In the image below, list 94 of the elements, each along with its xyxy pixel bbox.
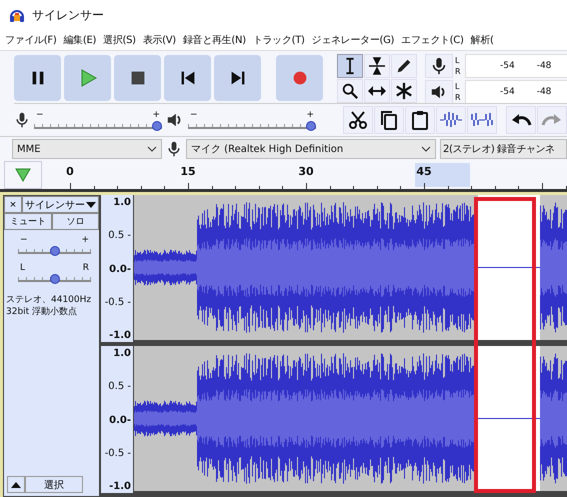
- amplitude-label: 0.5 -: [108, 230, 131, 242]
- paste-button[interactable]: [405, 106, 435, 134]
- collapse-button[interactable]: [7, 476, 25, 493]
- menu-item[interactable]: 解析(: [470, 33, 494, 47]
- pencil-tool-button[interactable]: [391, 54, 417, 78]
- track-info-text: ステレオ、44100Hz: [6, 294, 92, 306]
- menu-item[interactable]: トラック(T): [252, 33, 305, 47]
- time-label: 30: [298, 165, 314, 178]
- gain-slider[interactable]: [18, 246, 91, 256]
- envelope-icon: [367, 56, 387, 76]
- menu-item[interactable]: ジェネレーター(G): [312, 33, 394, 47]
- channel-label: R: [455, 66, 462, 77]
- amplitude-label: -1.0: [109, 481, 131, 492]
- amplitude-label: 1.0: [113, 348, 131, 359]
- minus-label: −: [190, 110, 198, 120]
- microphone-icon: [14, 110, 30, 130]
- amplitude-label: -0.5 -: [104, 448, 131, 459]
- skip-to-start-button[interactable]: [164, 55, 211, 101]
- select-track-button[interactable]: 選択: [25, 476, 83, 493]
- copy-icon: [379, 110, 399, 130]
- meter-tick-label: -48: [536, 87, 552, 97]
- plus-label: +: [306, 110, 314, 120]
- clipboard-icon: [410, 110, 430, 130]
- menu-item[interactable]: エフェクト(C): [401, 33, 464, 47]
- meter-tick-label: -54: [500, 87, 515, 97]
- menu-item[interactable]: 表示(V): [142, 33, 176, 47]
- multi-tool-button[interactable]: [391, 79, 417, 103]
- envelope-tool-button[interactable]: [364, 54, 390, 78]
- up-triangle-icon: [11, 482, 21, 488]
- volume-slider[interactable]: [188, 120, 316, 130]
- undo-button[interactable]: [506, 106, 536, 134]
- pencil-icon: [395, 57, 413, 75]
- chevron-down-icon: [147, 146, 157, 152]
- menu-item[interactable]: 選択(S): [103, 33, 136, 47]
- magnifier-icon: [341, 82, 359, 100]
- skip-to-end-icon: [230, 70, 246, 86]
- copy-button[interactable]: [374, 106, 404, 134]
- amplitude-label: 0.0-: [109, 414, 131, 426]
- time-label: 0: [66, 165, 74, 178]
- track-info-text: 32bit 浮動小数点: [6, 306, 78, 318]
- host-dropdown[interactable]: MME: [12, 139, 162, 159]
- scissors-icon: [348, 110, 368, 130]
- channels-dropdown[interactable]: 2(ステレオ) 録音チャンネ: [440, 139, 567, 159]
- microphone-meter-button[interactable]: [425, 54, 453, 78]
- amplitude-label: -1.0: [109, 330, 131, 341]
- window-title: サイレンサー: [32, 6, 104, 24]
- zoom-tool-button[interactable]: [337, 79, 363, 103]
- ibeam-tool-button[interactable]: [337, 54, 363, 78]
- skip-to-start-icon: [180, 70, 196, 86]
- amplitude-label: 1.0: [113, 197, 131, 208]
- menu-item[interactable]: ファイル(F): [5, 33, 56, 47]
- dropdown-arrow-icon: [86, 202, 96, 208]
- microphone-icon: [166, 139, 182, 159]
- trim-button[interactable]: [436, 106, 466, 134]
- meter-tick-label: -48: [536, 61, 552, 71]
- skip-to-end-button[interactable]: [214, 55, 261, 101]
- amplitude-label: -0.5 -: [104, 296, 131, 308]
- time-label: 15: [180, 165, 196, 178]
- meter-tick-label: -54: [500, 61, 515, 71]
- track-name-menu[interactable]: サイレンサー: [22, 196, 99, 213]
- channel-label: L: [455, 81, 460, 92]
- record-icon: [292, 70, 308, 86]
- record-button[interactable]: [276, 55, 323, 101]
- close-track-button[interactable]: ×: [4, 196, 22, 213]
- channel-label: L: [455, 55, 460, 66]
- solo-button[interactable]: ソロ: [52, 213, 99, 230]
- speaker-meter-button[interactable]: [425, 80, 453, 104]
- time-label: 45: [416, 165, 432, 178]
- channel-label: R: [455, 92, 462, 103]
- menu-item[interactable]: 編集(E): [63, 33, 96, 47]
- plus-label: +: [81, 235, 89, 245]
- amplitude-label: 0.5 -: [108, 381, 131, 392]
- mute-button[interactable]: ミュート: [4, 213, 52, 230]
- play-head-icon[interactable]: [15, 168, 31, 182]
- timeshift-tool-button[interactable]: [364, 79, 390, 103]
- pause-button[interactable]: [14, 55, 61, 101]
- minus-label: −: [36, 110, 44, 120]
- chevron-down-icon: [421, 146, 431, 152]
- menu-item[interactable]: 録音と再生(N): [182, 33, 246, 47]
- input-device-dropdown[interactable]: マイク (Realtek High Definition: [186, 139, 436, 159]
- silence-button[interactable]: [467, 106, 497, 134]
- amplitude-label: 0.0-: [109, 264, 131, 274]
- pan-slider[interactable]: [18, 274, 91, 284]
- minus-label: −: [20, 235, 28, 245]
- volume-slider[interactable]: [34, 120, 162, 130]
- asterisk-icon: [395, 82, 413, 100]
- plus-label: +: [152, 110, 160, 120]
- right-label: R: [82, 263, 89, 273]
- microphone-icon: [430, 57, 448, 75]
- left-label: L: [20, 263, 26, 273]
- stop-button[interactable]: [114, 55, 161, 101]
- cut-button[interactable]: [343, 106, 373, 134]
- waveform-icon: [439, 110, 463, 130]
- stop-icon: [130, 70, 146, 86]
